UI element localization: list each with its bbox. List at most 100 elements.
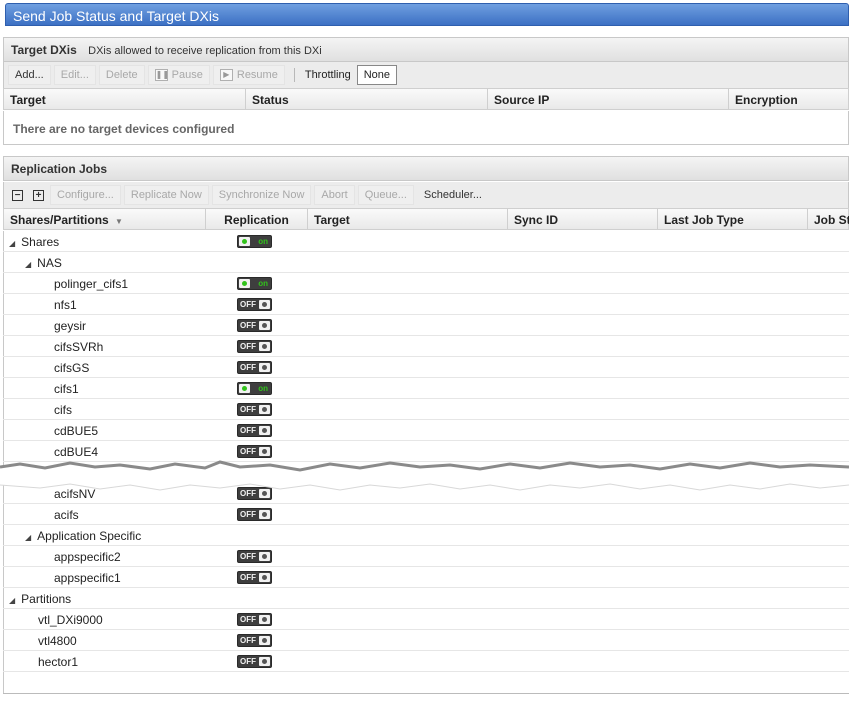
tree-group-row[interactable]: ◢ Application Specific (3, 525, 849, 546)
tree-row[interactable]: vtl_DXi9000 OFF (3, 609, 849, 630)
tree-row[interactable]: cifs OFF (3, 399, 849, 420)
tree-item-label: geysir (54, 319, 87, 333)
column-shares-label: Shares/Partitions (10, 213, 109, 227)
replication-toggle[interactable]: OFF (237, 466, 272, 479)
column-target[interactable]: Target (308, 209, 508, 229)
column-replication[interactable]: Replication (206, 209, 308, 229)
window-title-bar: Send Job Status and Target DXis (5, 3, 849, 26)
replication-toggle[interactable]: OFF (237, 298, 272, 311)
target-dxis-column-header: Target Status Source IP Encryption (3, 88, 849, 110)
tree-item-label: Shares (21, 235, 60, 249)
tree-row[interactable]: cifs1 on (3, 378, 849, 399)
expand-triangle-icon[interactable]: ◢ (25, 533, 31, 542)
resume-button[interactable]: ▶ Resume (212, 65, 285, 85)
tree-row[interactable]: cdBUE5 OFF (3, 420, 849, 441)
toggle-state-label: on (258, 279, 268, 288)
toggle-state-label: OFF (240, 363, 256, 372)
tree-group-row[interactable]: ◢ Shares on (3, 231, 849, 252)
replication-toggle[interactable]: on (237, 235, 272, 248)
edit-button[interactable]: Edit... (53, 65, 96, 85)
column-last-job-type[interactable]: Last Job Type (658, 209, 808, 229)
tree-item-label: vtl_DXi9000 (38, 613, 103, 627)
tree-bottom-border (3, 693, 849, 694)
configure-button[interactable]: Configure... (50, 185, 121, 205)
tree-item-label: cdBUE5 (54, 424, 99, 438)
abort-button[interactable]: Abort (314, 185, 355, 205)
target-dxis-title: Target DXis (11, 43, 77, 57)
replication-toggle[interactable]: OFF (237, 424, 272, 437)
throttling-field[interactable]: None (356, 65, 397, 85)
tree-row[interactable]: cifsGS OFF (3, 357, 849, 378)
replication-toggle[interactable]: OFF (237, 550, 272, 563)
replication-toggle[interactable]: OFF (237, 361, 272, 374)
tree-item-label: bcifs (54, 466, 79, 480)
replication-toggle[interactable]: OFF (237, 403, 272, 416)
replication-toggle[interactable]: OFF (237, 445, 272, 458)
tree-group-row[interactable]: ◢ Partitions (3, 588, 849, 609)
replication-toggle[interactable]: OFF (237, 613, 272, 626)
pause-button[interactable]: ❚❚ Pause (147, 65, 210, 85)
tree-group-row[interactable]: ◢ NAS (3, 252, 849, 273)
toggle-knob-icon (259, 573, 270, 582)
toggle-knob-icon (259, 342, 270, 351)
column-shares-partitions[interactable]: Shares/Partitions ▼ (4, 209, 206, 229)
column-job-status[interactable]: Job St (808, 209, 849, 229)
tree-row[interactable]: cdBUE4 OFF (3, 441, 849, 462)
replication-toggle[interactable]: OFF (237, 571, 272, 584)
column-sync-id[interactable]: Sync ID (508, 209, 658, 229)
toggle-state-label: OFF (240, 321, 256, 330)
replication-toggle[interactable]: OFF (237, 634, 272, 647)
replication-toggle[interactable]: OFF (237, 487, 272, 500)
synchronize-now-button[interactable]: Synchronize Now (211, 185, 312, 205)
tree-row[interactable]: nfs1 OFF (3, 294, 849, 315)
replication-toggle[interactable]: on (237, 277, 272, 290)
tree-row[interactable]: bcifs OFF (3, 462, 849, 483)
add-button[interactable]: Add... (8, 65, 51, 85)
replication-toggle[interactable]: OFF (237, 319, 272, 332)
tree-item-label: hector1 (38, 655, 79, 669)
column-source-ip[interactable]: Source IP (488, 89, 729, 109)
toggle-knob-icon (259, 447, 270, 456)
column-status[interactable]: Status (246, 89, 488, 109)
tree-row[interactable]: acifs OFF (3, 504, 849, 525)
tree-row[interactable]: geysir OFF (3, 315, 849, 336)
tree-item-label: cifs (54, 403, 72, 417)
toggle-knob-icon (239, 237, 250, 246)
scheduler-button[interactable]: Scheduler... (417, 185, 489, 205)
tree-item-label: nfs1 (54, 298, 77, 312)
collapse-all-icon[interactable]: − (12, 189, 23, 201)
replication-toggle[interactable]: OFF (237, 340, 272, 353)
toggle-state-label: OFF (240, 426, 256, 435)
tree-row[interactable]: vtl4800 OFF (3, 630, 849, 651)
replication-toggle[interactable]: OFF (237, 508, 272, 521)
column-target[interactable]: Target (4, 89, 246, 109)
replicate-now-button[interactable]: Replicate Now (123, 185, 209, 205)
toggle-state-label: OFF (240, 615, 256, 624)
throttling-label: Throttling (304, 69, 351, 81)
tree-item-label: NAS (37, 256, 62, 270)
toggle-state-label: OFF (240, 468, 256, 477)
tree-row[interactable]: appspecific2 OFF (3, 546, 849, 567)
tree-item-label: cifs1 (54, 382, 79, 396)
column-encryption[interactable]: Encryption (729, 89, 849, 109)
tree-row[interactable]: cifsSVRh OFF (3, 336, 849, 357)
tree-row[interactable]: polinger_cifs1 on (3, 273, 849, 294)
replication-toggle[interactable]: on (237, 382, 272, 395)
tree-row[interactable]: acifsNV OFF (3, 483, 849, 504)
toggle-state-label: OFF (240, 552, 256, 561)
toggle-knob-icon (259, 468, 270, 477)
tree-item-label: appspecific1 (54, 571, 121, 585)
replication-toggle[interactable]: OFF (237, 655, 272, 668)
delete-button[interactable]: Delete (98, 65, 145, 85)
toggle-state-label: on (258, 384, 268, 393)
expand-triangle-icon[interactable]: ◢ (9, 596, 15, 605)
expand-triangle-icon[interactable]: ◢ (9, 239, 15, 248)
expand-triangle-icon[interactable]: ◢ (25, 260, 31, 269)
toggle-knob-icon (259, 657, 270, 666)
tree-row[interactable]: hector1 OFF (3, 651, 849, 672)
tree-row[interactable]: appspecific1 OFF (3, 567, 849, 588)
target-dxis-empty-message: There are no target devices configured (3, 111, 849, 145)
expand-all-icon[interactable]: + (33, 189, 44, 201)
play-icon: ▶ (219, 69, 233, 81)
queue-button[interactable]: Queue... (357, 185, 414, 205)
